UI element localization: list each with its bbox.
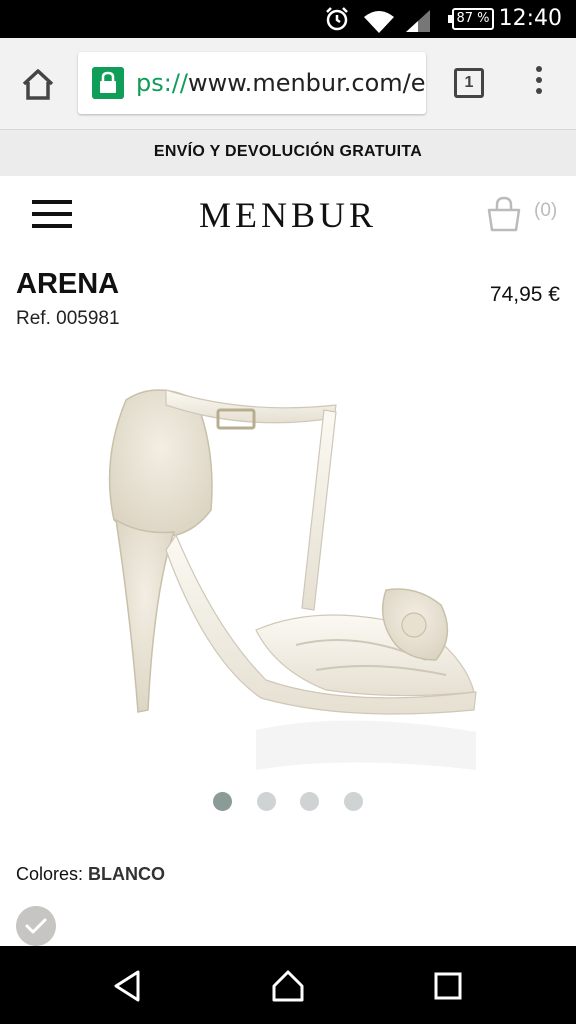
- colors-row: Colores: BLANCO: [16, 864, 165, 885]
- shopping-bag-icon[interactable]: [486, 196, 522, 232]
- carousel-dot-1[interactable]: [213, 792, 233, 811]
- cart-count[interactable]: (0): [534, 200, 557, 222]
- carousel-dot-3[interactable]: [300, 792, 320, 811]
- tab-switcher-button[interactable]: 1: [454, 68, 484, 98]
- status-bar: 87 % 12:40: [0, 0, 576, 38]
- site-header: MENBUR (0): [0, 176, 576, 256]
- product-ref: Ref. 005981: [16, 308, 120, 329]
- image-carousel-indicator: [0, 792, 576, 814]
- alarm-icon: [326, 7, 348, 31]
- colors-value: BLANCO: [88, 864, 166, 884]
- colors-label: Colores:: [16, 864, 84, 884]
- back-icon[interactable]: [110, 968, 146, 1004]
- product-name: ARENA: [16, 268, 120, 300]
- address-bar[interactable]: ps://www.menbur.com/e: [78, 52, 426, 114]
- browser-toolbar: ps://www.menbur.com/e 1: [0, 38, 576, 130]
- wifi-icon: [364, 11, 394, 33]
- home-icon[interactable]: [18, 64, 58, 104]
- signal-icon: [406, 10, 430, 32]
- lock-icon: [92, 67, 124, 99]
- overflow-menu-icon[interactable]: [530, 66, 548, 102]
- color-swatch-check-icon[interactable]: [16, 906, 56, 946]
- product-image[interactable]: [96, 360, 486, 780]
- url-host: www.menbur.com/e: [188, 69, 426, 97]
- system-nav-bar: [0, 946, 576, 1024]
- url-text[interactable]: ps://www.menbur.com/e: [136, 69, 426, 97]
- url-scheme: ps://: [136, 69, 188, 97]
- home-nav-icon[interactable]: [270, 968, 306, 1004]
- carousel-dot-2[interactable]: [256, 792, 276, 811]
- battery-icon: 87 %: [448, 8, 494, 30]
- promo-banner: ENVÍO Y DEVOLUCIÓN GRATUITA: [0, 130, 576, 176]
- carousel-dot-4[interactable]: [343, 792, 363, 811]
- recents-icon[interactable]: [430, 968, 466, 1004]
- clock: 12:40: [498, 6, 562, 31]
- product-price: 74,95 €: [489, 283, 560, 306]
